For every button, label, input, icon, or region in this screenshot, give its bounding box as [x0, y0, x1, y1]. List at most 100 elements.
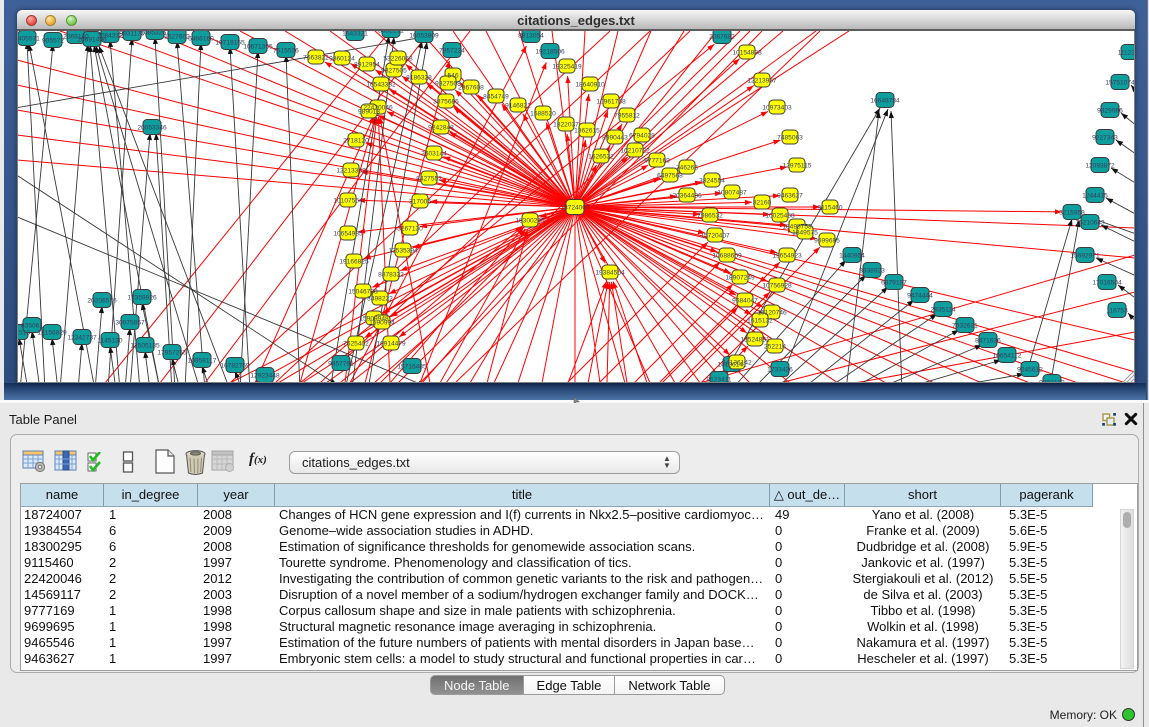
- svg-text:18907249: 18907249: [725, 275, 755, 282]
- svg-text:20206576: 20206576: [87, 298, 117, 305]
- svg-text:317006: 317006: [409, 199, 431, 206]
- svg-text:9699695: 9699695: [814, 238, 840, 245]
- svg-text:9777169: 9777169: [644, 158, 670, 165]
- svg-text:8454749: 8454749: [483, 94, 509, 101]
- svg-text:9463627: 9463627: [777, 193, 803, 200]
- svg-text:1615132: 1615132: [747, 318, 773, 325]
- svg-text:2367608: 2367608: [458, 85, 484, 92]
- svg-text:7955812: 7955812: [614, 113, 640, 120]
- svg-text:9115460: 9115460: [817, 205, 843, 212]
- svg-text:391513: 391513: [17, 330, 30, 337]
- svg-text:20364436: 20364436: [672, 193, 702, 200]
- svg-text:546: 546: [447, 73, 458, 80]
- svg-text:16210722: 16210722: [620, 148, 650, 155]
- svg-text:16782759: 16782759: [220, 363, 250, 370]
- svg-text:16914479: 16914479: [376, 341, 406, 348]
- svg-text:6794028: 6794028: [629, 133, 655, 140]
- svg-text:8652291: 8652291: [378, 31, 404, 35]
- svg-text:15046788: 15046788: [348, 289, 378, 296]
- svg-text:1440954: 1440954: [839, 253, 865, 260]
- svg-text:2718120: 2718120: [343, 138, 369, 145]
- svg-text:12975115: 12975115: [783, 163, 812, 170]
- svg-text:12213382: 12213382: [336, 168, 366, 175]
- svg-text:12213967: 12213967: [747, 78, 777, 85]
- svg-text:7632621: 7632621: [952, 323, 978, 330]
- svg-text:3875685: 3875685: [433, 99, 459, 106]
- svg-text:20053346: 20053346: [137, 125, 167, 132]
- svg-text:905572: 905572: [42, 38, 64, 45]
- svg-text:6466160: 6466160: [188, 36, 214, 43]
- svg-text:7857224: 7857224: [439, 48, 465, 55]
- svg-text:10154838: 10154838: [732, 50, 762, 57]
- svg-text:7663822: 7663822: [303, 55, 329, 62]
- svg-text:9146821: 9146821: [505, 103, 531, 110]
- svg-text:3267130: 3267130: [397, 226, 423, 233]
- svg-text:1626532: 1626532: [588, 154, 614, 161]
- svg-text:18300295: 18300295: [515, 218, 545, 225]
- svg-text:19654923: 19654923: [772, 253, 802, 260]
- svg-text:14136142: 14136142: [722, 360, 752, 367]
- svg-text:9684047: 9684047: [732, 298, 758, 305]
- svg-text:9245612: 9245612: [1017, 367, 1043, 374]
- svg-text:10654985: 10654985: [333, 231, 363, 238]
- svg-text:13524851: 13524851: [740, 337, 770, 344]
- svg-text:9329966: 9329966: [1097, 108, 1123, 115]
- svg-text:16053809: 16053809: [409, 33, 439, 40]
- svg-text:18640910: 18640910: [575, 82, 605, 89]
- svg-text:1405571: 1405571: [17, 36, 40, 43]
- svg-text:1527602: 1527602: [164, 34, 190, 41]
- svg-text:1822037: 1822037: [553, 122, 579, 129]
- svg-text:10756928: 10756928: [762, 283, 792, 290]
- svg-text:16543382: 16543382: [366, 82, 396, 89]
- svg-text:15720407: 15720407: [700, 233, 730, 240]
- svg-text:1733426: 1733426: [767, 367, 793, 374]
- svg-text:1145130: 1145130: [97, 338, 123, 345]
- svg-text:746266: 746266: [676, 165, 698, 172]
- svg-text:8471636: 8471636: [975, 338, 1001, 345]
- svg-text:10025458: 10025458: [765, 213, 795, 220]
- svg-text:6497568: 6497568: [657, 173, 683, 180]
- svg-text:10807487: 10807487: [717, 190, 747, 197]
- svg-text:7515526: 7515526: [273, 48, 299, 55]
- svg-text:2087682: 2087682: [709, 34, 735, 41]
- svg-text:16210643: 16210643: [1075, 220, 1105, 227]
- svg-text:835061: 835061: [21, 323, 43, 330]
- svg-text:15692971: 15692971: [1070, 253, 1100, 260]
- svg-text:9227343: 9227343: [1092, 135, 1118, 142]
- svg-text:7485063: 7485063: [777, 135, 803, 142]
- svg-text:10107554: 10107554: [333, 198, 363, 205]
- svg-text:1112341: 1112341: [1118, 50, 1135, 57]
- svg-text:15751074: 15751074: [1105, 80, 1135, 87]
- svg-text:16648784: 16648784: [870, 98, 900, 105]
- svg-text:15716485: 15716485: [397, 364, 427, 371]
- svg-text:13325419: 13325419: [552, 64, 582, 71]
- svg-text:19384554: 19384554: [595, 270, 625, 277]
- svg-text:2603144: 2603144: [421, 151, 447, 158]
- svg-text:8186328: 8186328: [406, 75, 432, 82]
- svg-text:8878332: 8878332: [378, 272, 404, 279]
- svg-text:3498222: 3498222: [367, 296, 393, 303]
- svg-text:1244415: 1244415: [1082, 193, 1108, 200]
- svg-text:8427552: 8427552: [416, 176, 442, 183]
- svg-text:9457791: 9457791: [328, 361, 354, 368]
- svg-text:12093872: 12093872: [1085, 163, 1115, 170]
- svg-text:1849575: 1849575: [792, 230, 818, 237]
- svg-text:9860124: 9860124: [329, 56, 355, 63]
- svg-text:19218506: 19218506: [535, 49, 565, 56]
- svg-text:16120746: 16120746: [757, 310, 787, 317]
- svg-text:12342737: 12342737: [67, 335, 97, 342]
- svg-text:10958117: 10958117: [188, 358, 217, 365]
- svg-text:82160: 82160: [753, 200, 772, 207]
- svg-text:17957255: 17957255: [157, 350, 187, 357]
- svg-text:9474444: 9474444: [907, 293, 933, 300]
- svg-text:10671355: 10671355: [243, 44, 273, 51]
- svg-text:6879197: 6879197: [881, 280, 907, 287]
- svg-text:10961758: 10961758: [596, 99, 626, 106]
- svg-text:10688609: 10688609: [712, 253, 742, 260]
- svg-text:12923448: 12923448: [250, 373, 280, 380]
- svg-text:53226058: 53226058: [383, 56, 413, 63]
- svg-text:10654112: 10654112: [993, 353, 1022, 360]
- svg-text:8912954: 8912954: [354, 62, 380, 69]
- svg-text:1590994: 1590994: [369, 320, 395, 327]
- svg-text:10719155: 10719155: [215, 40, 245, 47]
